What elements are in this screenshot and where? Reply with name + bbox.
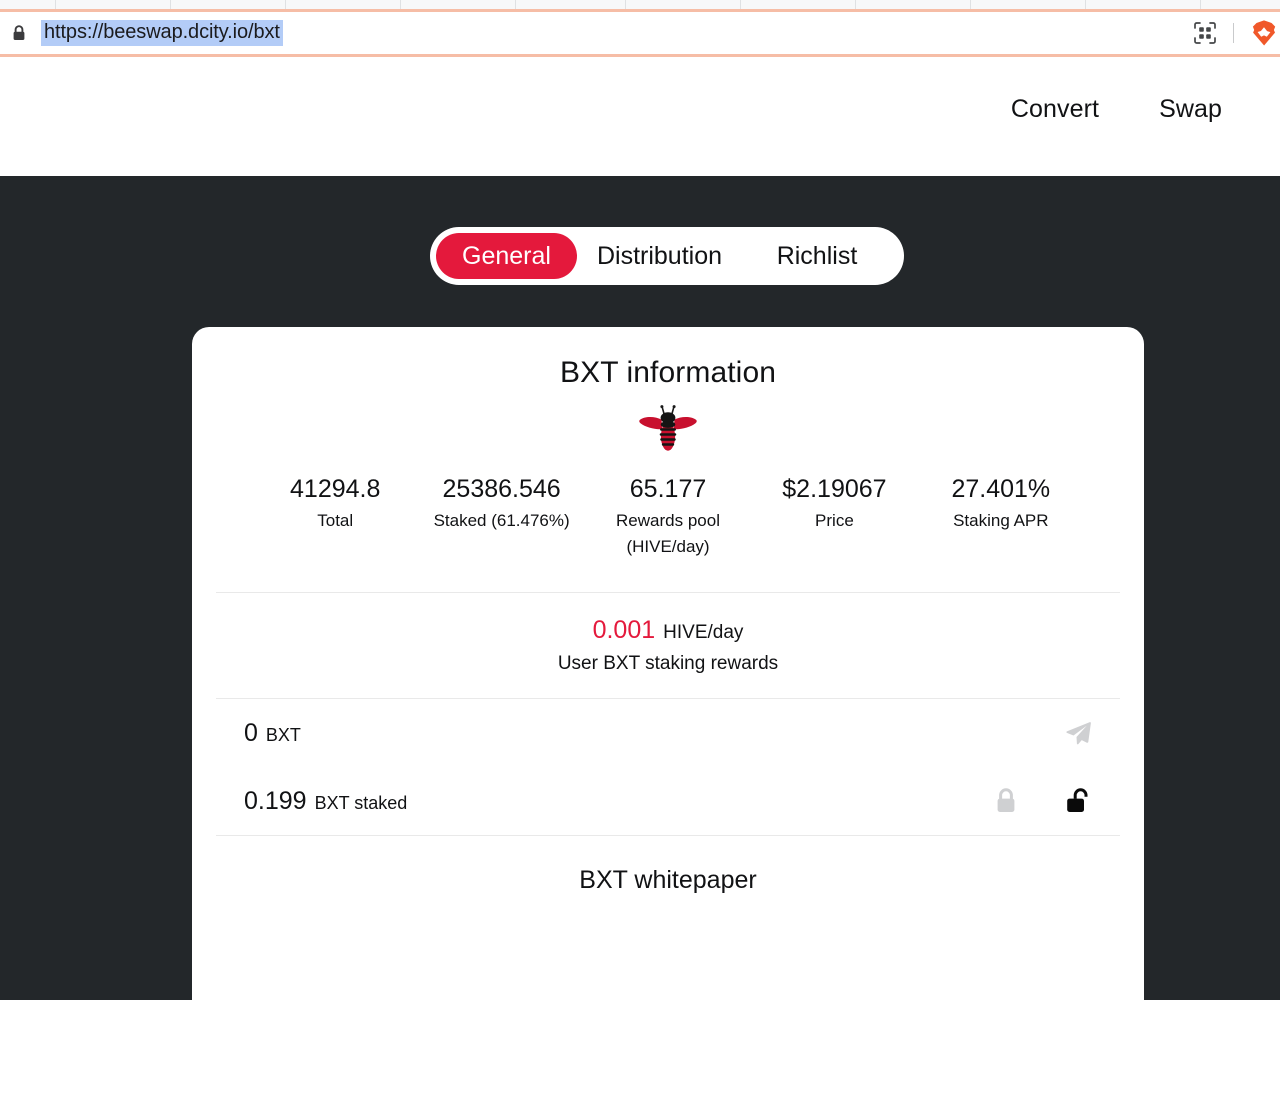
stat-rewards-pool: 65.177 Rewards pool (HIVE/day) <box>585 474 751 560</box>
lock-open-icon[interactable] <box>1063 786 1093 816</box>
browser-chrome: https://beeswap.dcity.io/bxt <box>0 0 1280 57</box>
bxt-information-card: BXT information 41294.8 Total 25386.546 … <box>192 327 1144 1109</box>
balance-liquid-unit: BXT <box>265 724 301 745</box>
balances-list: 0 BXT 0.199 BXT staked <box>192 699 1144 835</box>
user-rewards-line: 0.001 HIVE/day <box>593 616 744 645</box>
page-bottom-strip <box>0 1000 1280 1014</box>
balance-row-staked: 0.199 BXT staked <box>216 767 1120 835</box>
stat-price: $2.19067 Price <box>751 474 917 560</box>
site-header: Convert Swap <box>0 57 1280 176</box>
nav-convert[interactable]: Convert <box>1011 95 1099 124</box>
nav-swap[interactable]: Swap <box>1159 95 1222 124</box>
stat-rewards-pool-label: Rewards pool <box>616 511 720 530</box>
stat-total-label: Total <box>317 511 354 530</box>
stat-price-label: Price <box>815 511 854 530</box>
qr-code-icon[interactable] <box>1193 21 1217 45</box>
user-rewards-caption: User BXT staking rewards <box>557 653 779 674</box>
stat-staked-value: 25386.546 <box>442 475 561 503</box>
stat-price-value: $2.19067 <box>782 475 887 503</box>
stat-rewards-pool-label-unit: (HIVE/day) <box>626 537 710 556</box>
tab-distribution[interactable]: Distribution <box>577 233 742 279</box>
balance-staked-amount: 0.199 <box>244 786 307 815</box>
whitepaper-row: BXT whitepaper <box>192 836 1144 924</box>
stat-staked-label: Staked (61.476%) <box>433 511 570 530</box>
user-staking-rewards: 0.001 HIVE/day User BXT staking rewards <box>192 593 1144 698</box>
balance-liquid-text: 0 BXT <box>244 719 1063 748</box>
brave-lion-icon[interactable] <box>1251 19 1277 47</box>
stat-staking-apr-label: Staking APR <box>953 511 1049 530</box>
browser-tabstrip <box>0 0 1280 9</box>
stat-total: 41294.8 Total <box>252 474 418 560</box>
user-rewards-unit: HIVE/day <box>663 622 744 643</box>
stat-rewards-pool-value: 65.177 <box>629 475 707 503</box>
chrome-divider <box>1233 23 1234 43</box>
page-title: BXT information <box>559 356 777 389</box>
balance-staked-text: 0.199 BXT staked <box>244 787 991 816</box>
balance-row-liquid: 0 BXT <box>216 699 1120 767</box>
balance-liquid-amount: 0 <box>244 718 258 747</box>
send-icon[interactable] <box>1063 718 1093 748</box>
tab-general[interactable]: General <box>436 233 577 279</box>
top-navigation: Convert Swap <box>1011 95 1280 124</box>
balance-liquid-actions <box>1063 718 1093 748</box>
stats-row: 41294.8 Total 25386.546 Staked (61.476%)… <box>192 452 1144 560</box>
bee-logo-icon <box>637 404 699 452</box>
user-rewards-value: 0.001 <box>592 616 656 644</box>
lock-icon[interactable] <box>12 25 26 41</box>
stat-total-value: 41294.8 <box>290 475 381 503</box>
lock-closed-icon[interactable] <box>991 786 1021 816</box>
balance-staked-actions <box>991 786 1093 816</box>
balance-staked-unit: BXT staked <box>314 792 408 813</box>
tab-switcher: General Distribution Richlist <box>430 227 904 285</box>
page-body: General Distribution Richlist BXT inform… <box>0 176 1280 1109</box>
url-text[interactable]: https://beeswap.dcity.io/bxt <box>41 20 283 46</box>
url-bar[interactable]: https://beeswap.dcity.io/bxt <box>0 12 1280 54</box>
stat-staked: 25386.546 Staked (61.476%) <box>418 474 584 560</box>
tab-richlist[interactable]: Richlist <box>742 233 892 279</box>
whitepaper-link[interactable]: BXT whitepaper <box>579 866 756 895</box>
stat-staking-apr-value: 27.401% <box>951 475 1051 503</box>
stat-staking-apr: 27.401% Staking APR <box>918 474 1084 560</box>
